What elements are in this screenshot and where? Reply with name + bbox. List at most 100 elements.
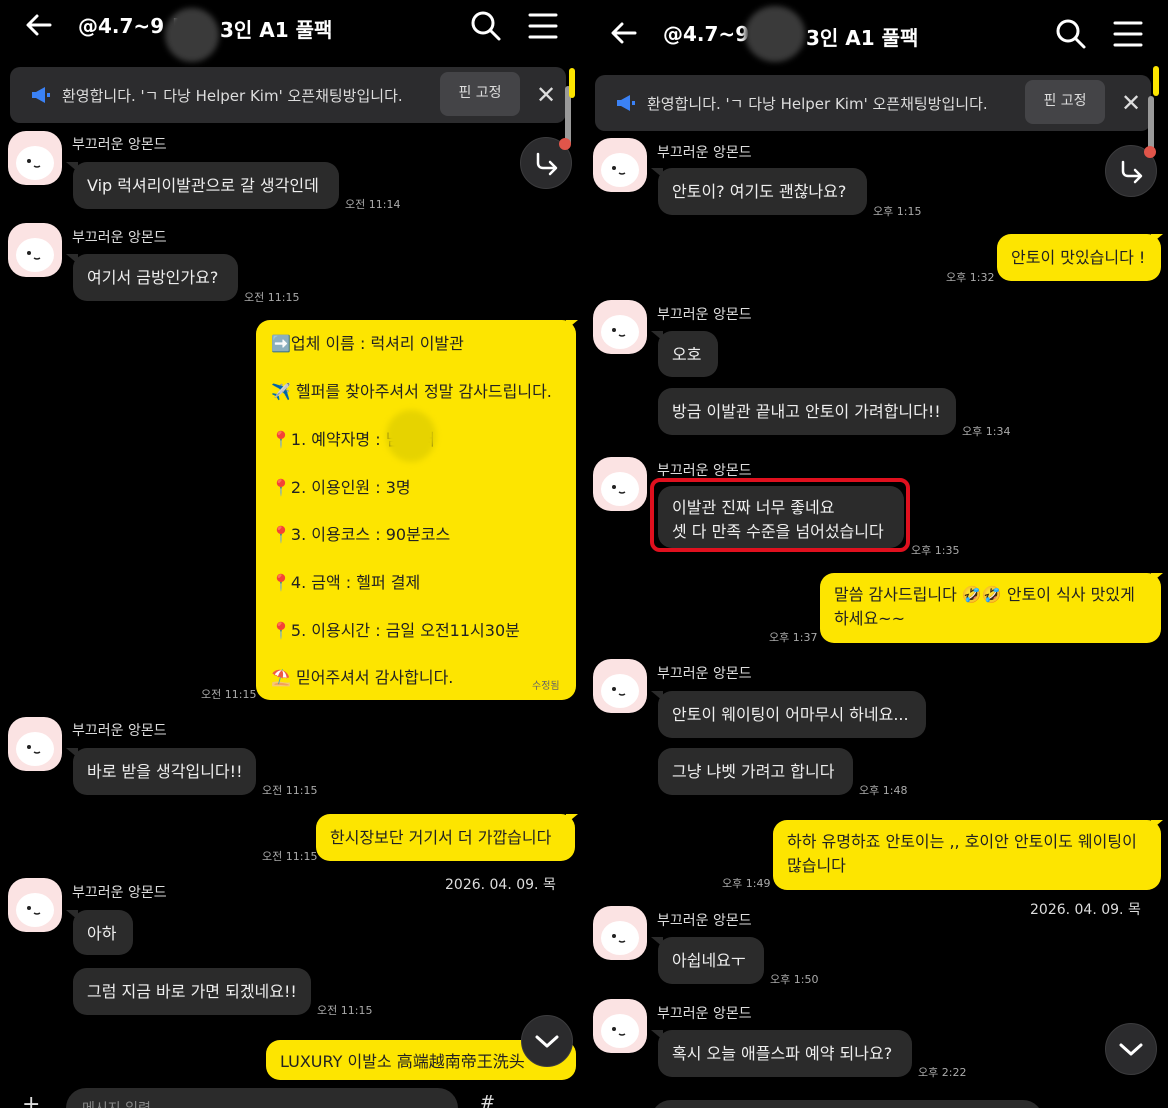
message-time: 오전 11:15 <box>262 850 318 863</box>
notice-text: 환영합니다. 'ㄱ 다낭 Helper Kim' 오픈채팅방입니다. <box>647 95 988 113</box>
avatar[interactable] <box>593 300 647 354</box>
yellow-edge-marker <box>1153 66 1159 96</box>
close-icon[interactable]: ✕ <box>536 83 556 107</box>
message-line: 하하 유명하죠 안토이는 ,, 호이안 안토이도 웨이팅이 <box>787 832 1137 851</box>
message-input[interactable]: 메시지 입력 <box>66 1088 458 1108</box>
notification-dot <box>559 138 571 150</box>
chat-title-part2: 3인 A1 풀팩 <box>806 26 919 50</box>
my-message-bubble[interactable]: 한시장보단 거기서 더 가깝습니다 <box>316 814 575 861</box>
blurred-name-region <box>386 410 436 462</box>
blurred-title-region <box>745 6 805 62</box>
search-icon[interactable] <box>470 10 502 46</box>
reply-fab[interactable] <box>1105 145 1157 197</box>
sender-name: 부끄러운 앙몬드 <box>72 137 167 153</box>
message-time: 오전 11:15 <box>201 688 257 701</box>
date-indicator: 2026. 04. 09. 목 <box>437 872 564 896</box>
message-time: 오후 1:34 <box>962 425 1011 438</box>
message-input[interactable] <box>651 1100 1043 1108</box>
right-chat-screen: @4.7~9 3인 A1 풀팩 환영합니다. 'ㄱ 다낭 Helper Kim'… <box>585 0 1168 1108</box>
sender-name: 부끄러운 앙몬드 <box>72 230 167 246</box>
message-bubble[interactable]: 바로 받을 생각입니다!! <box>73 748 256 795</box>
close-icon[interactable]: ✕ <box>1121 91 1141 115</box>
scroll-down-button[interactable] <box>1105 1023 1157 1075</box>
message-time: 오전 11:15 <box>262 784 318 797</box>
notification-dot <box>1144 146 1156 158</box>
booking-card[interactable]: ➡️업체 이름 : 럭셔리 이발관 ✈️ 헬퍼를 찾아주셔서 정말 감사드립니다… <box>256 320 576 700</box>
yellow-edge-marker <box>569 68 575 98</box>
avatar[interactable] <box>593 457 647 511</box>
card-line-thanks: ✈️ 헬퍼를 찾아주셔서 정말 감사드립니다. <box>271 382 552 401</box>
message-time: 오전 11:15 <box>317 1004 373 1017</box>
chevron-down-icon <box>1119 1043 1143 1056</box>
notice-text: 환영합니다. 'ㄱ 다낭 Helper Kim' 오픈채팅방입니다. <box>62 87 403 105</box>
message-bubble[interactable]: 안토이? 여기도 괜찮나요? <box>658 168 867 215</box>
message-time: 오전 11:14 <box>345 198 401 211</box>
back-arrow-icon[interactable] <box>24 10 54 46</box>
message-bubble[interactable]: 아하 <box>73 910 133 955</box>
avatar[interactable] <box>593 138 647 192</box>
bubble-tail <box>1151 820 1163 830</box>
message-bubble[interactable]: 안토이 웨이팅이 어마무시 하네요... <box>658 691 926 738</box>
megaphone-icon <box>30 84 52 110</box>
card-line-course: 📍3. 이용코스 : 90분코스 <box>271 525 451 544</box>
avatar[interactable] <box>8 223 62 277</box>
edited-label: 수정됨 <box>532 681 560 692</box>
hash-icon[interactable]: # <box>480 1092 495 1108</box>
avatar[interactable] <box>593 999 647 1053</box>
bubble-tail <box>1151 234 1163 244</box>
avatar[interactable] <box>8 131 62 185</box>
left-chat-screen: @4.7~9 ! 3인 A1 풀팩 환영합니다. 'ㄱ 다낭 Helper Ki… <box>0 0 585 1108</box>
message-bubble[interactable]: 오호 <box>658 331 718 377</box>
sender-name: 부끄러운 앙몬드 <box>657 913 752 929</box>
date-indicator: 2026. 04. 09. 목 <box>1022 897 1149 921</box>
message-bubble[interactable]: 여기서 금방인가요? <box>73 254 238 301</box>
notice-banner[interactable]: 환영합니다. 'ㄱ 다낭 Helper Kim' 오픈채팅방입니다. 핀 고정 … <box>10 67 566 123</box>
sender-name: 부끄러운 앙몬드 <box>657 463 752 479</box>
bubble-tail <box>566 814 578 824</box>
menu-icon[interactable] <box>528 12 558 44</box>
chat-title-part2: 3인 A1 풀팩 <box>220 18 333 42</box>
message-bubble[interactable]: 아쉽네요ㅜ <box>658 937 764 984</box>
sender-name: 부끄러운 앙몬드 <box>657 145 752 161</box>
message-line: 하세요~~ <box>834 609 905 628</box>
blurred-title-region <box>165 8 219 62</box>
message-bubble[interactable]: 그냥 냐벳 가려고 합니다 <box>658 748 853 795</box>
card-line-business: ➡️업체 이름 : 럭셔리 이발관 <box>271 334 464 353</box>
my-message-bubble[interactable]: 하하 유명하죠 안토이는 ,, 호이안 안토이도 웨이팅이 많습니다 <box>773 820 1161 890</box>
bubble-tail <box>566 320 578 330</box>
notice-banner[interactable]: 환영합니다. 'ㄱ 다낭 Helper Kim' 오픈채팅방입니다. 핀 고정 … <box>595 75 1151 131</box>
back-arrow-icon[interactable] <box>609 18 639 54</box>
search-icon[interactable] <box>1055 18 1087 54</box>
my-message-bubble[interactable]: 안토이 맛있습니다 ! <box>997 234 1161 281</box>
avatar[interactable] <box>8 717 62 771</box>
avatar[interactable] <box>593 659 647 713</box>
message-bubble[interactable]: 그럼 지금 바로 가면 되겠네요!! <box>73 968 311 1015</box>
scroll-down-button[interactable] <box>521 1015 573 1067</box>
message-time: 오후 1:37 <box>769 631 818 644</box>
message-bubble[interactable]: 방금 이발관 끝내고 안토이 가려합니다!! <box>658 388 956 435</box>
pin-button[interactable]: 핀 고정 <box>1025 80 1105 124</box>
input-placeholder: 메시지 입력 <box>82 1098 151 1108</box>
avatar[interactable] <box>593 906 647 960</box>
red-highlight-box <box>650 478 910 552</box>
pin-button[interactable]: 핀 고정 <box>440 72 520 116</box>
my-message-bubble[interactable]: 말씀 감사드립니다 🤣🤣 안토이 식사 맛있게 하세요~~ <box>820 573 1161 643</box>
message-time: 오후 1:50 <box>770 973 819 986</box>
message-line: 말씀 감사드립니다 🤣🤣 안토이 식사 맛있게 <box>834 585 1135 604</box>
plus-icon[interactable]: + <box>22 1092 40 1108</box>
message-bubble[interactable]: 혹시 오늘 애플스파 예약 되나요? <box>658 1030 912 1077</box>
message-time: 오후 1:49 <box>722 877 771 890</box>
card-line-people: 📍2. 이용인원 : 3명 <box>271 478 411 497</box>
reply-fab[interactable] <box>520 137 572 189</box>
avatar[interactable] <box>8 878 62 932</box>
card-line-price: 📍4. 금액 : 헬퍼 결제 <box>271 573 421 592</box>
sender-name: 부끄러운 앙몬드 <box>657 666 752 682</box>
card-line-closing: ⛱️ 믿어주셔서 감사합니다. <box>271 668 454 687</box>
message-bubble[interactable]: Vip 럭셔리이발관으로 갈 생각인데 <box>73 162 339 209</box>
chevron-down-icon <box>535 1035 559 1048</box>
sender-name: 부끄러운 앙몬드 <box>72 885 167 901</box>
message-time: 오후 2:22 <box>918 1066 967 1079</box>
message-time: 오전 11:15 <box>244 291 300 304</box>
megaphone-icon <box>615 92 637 118</box>
menu-icon[interactable] <box>1113 20 1143 52</box>
